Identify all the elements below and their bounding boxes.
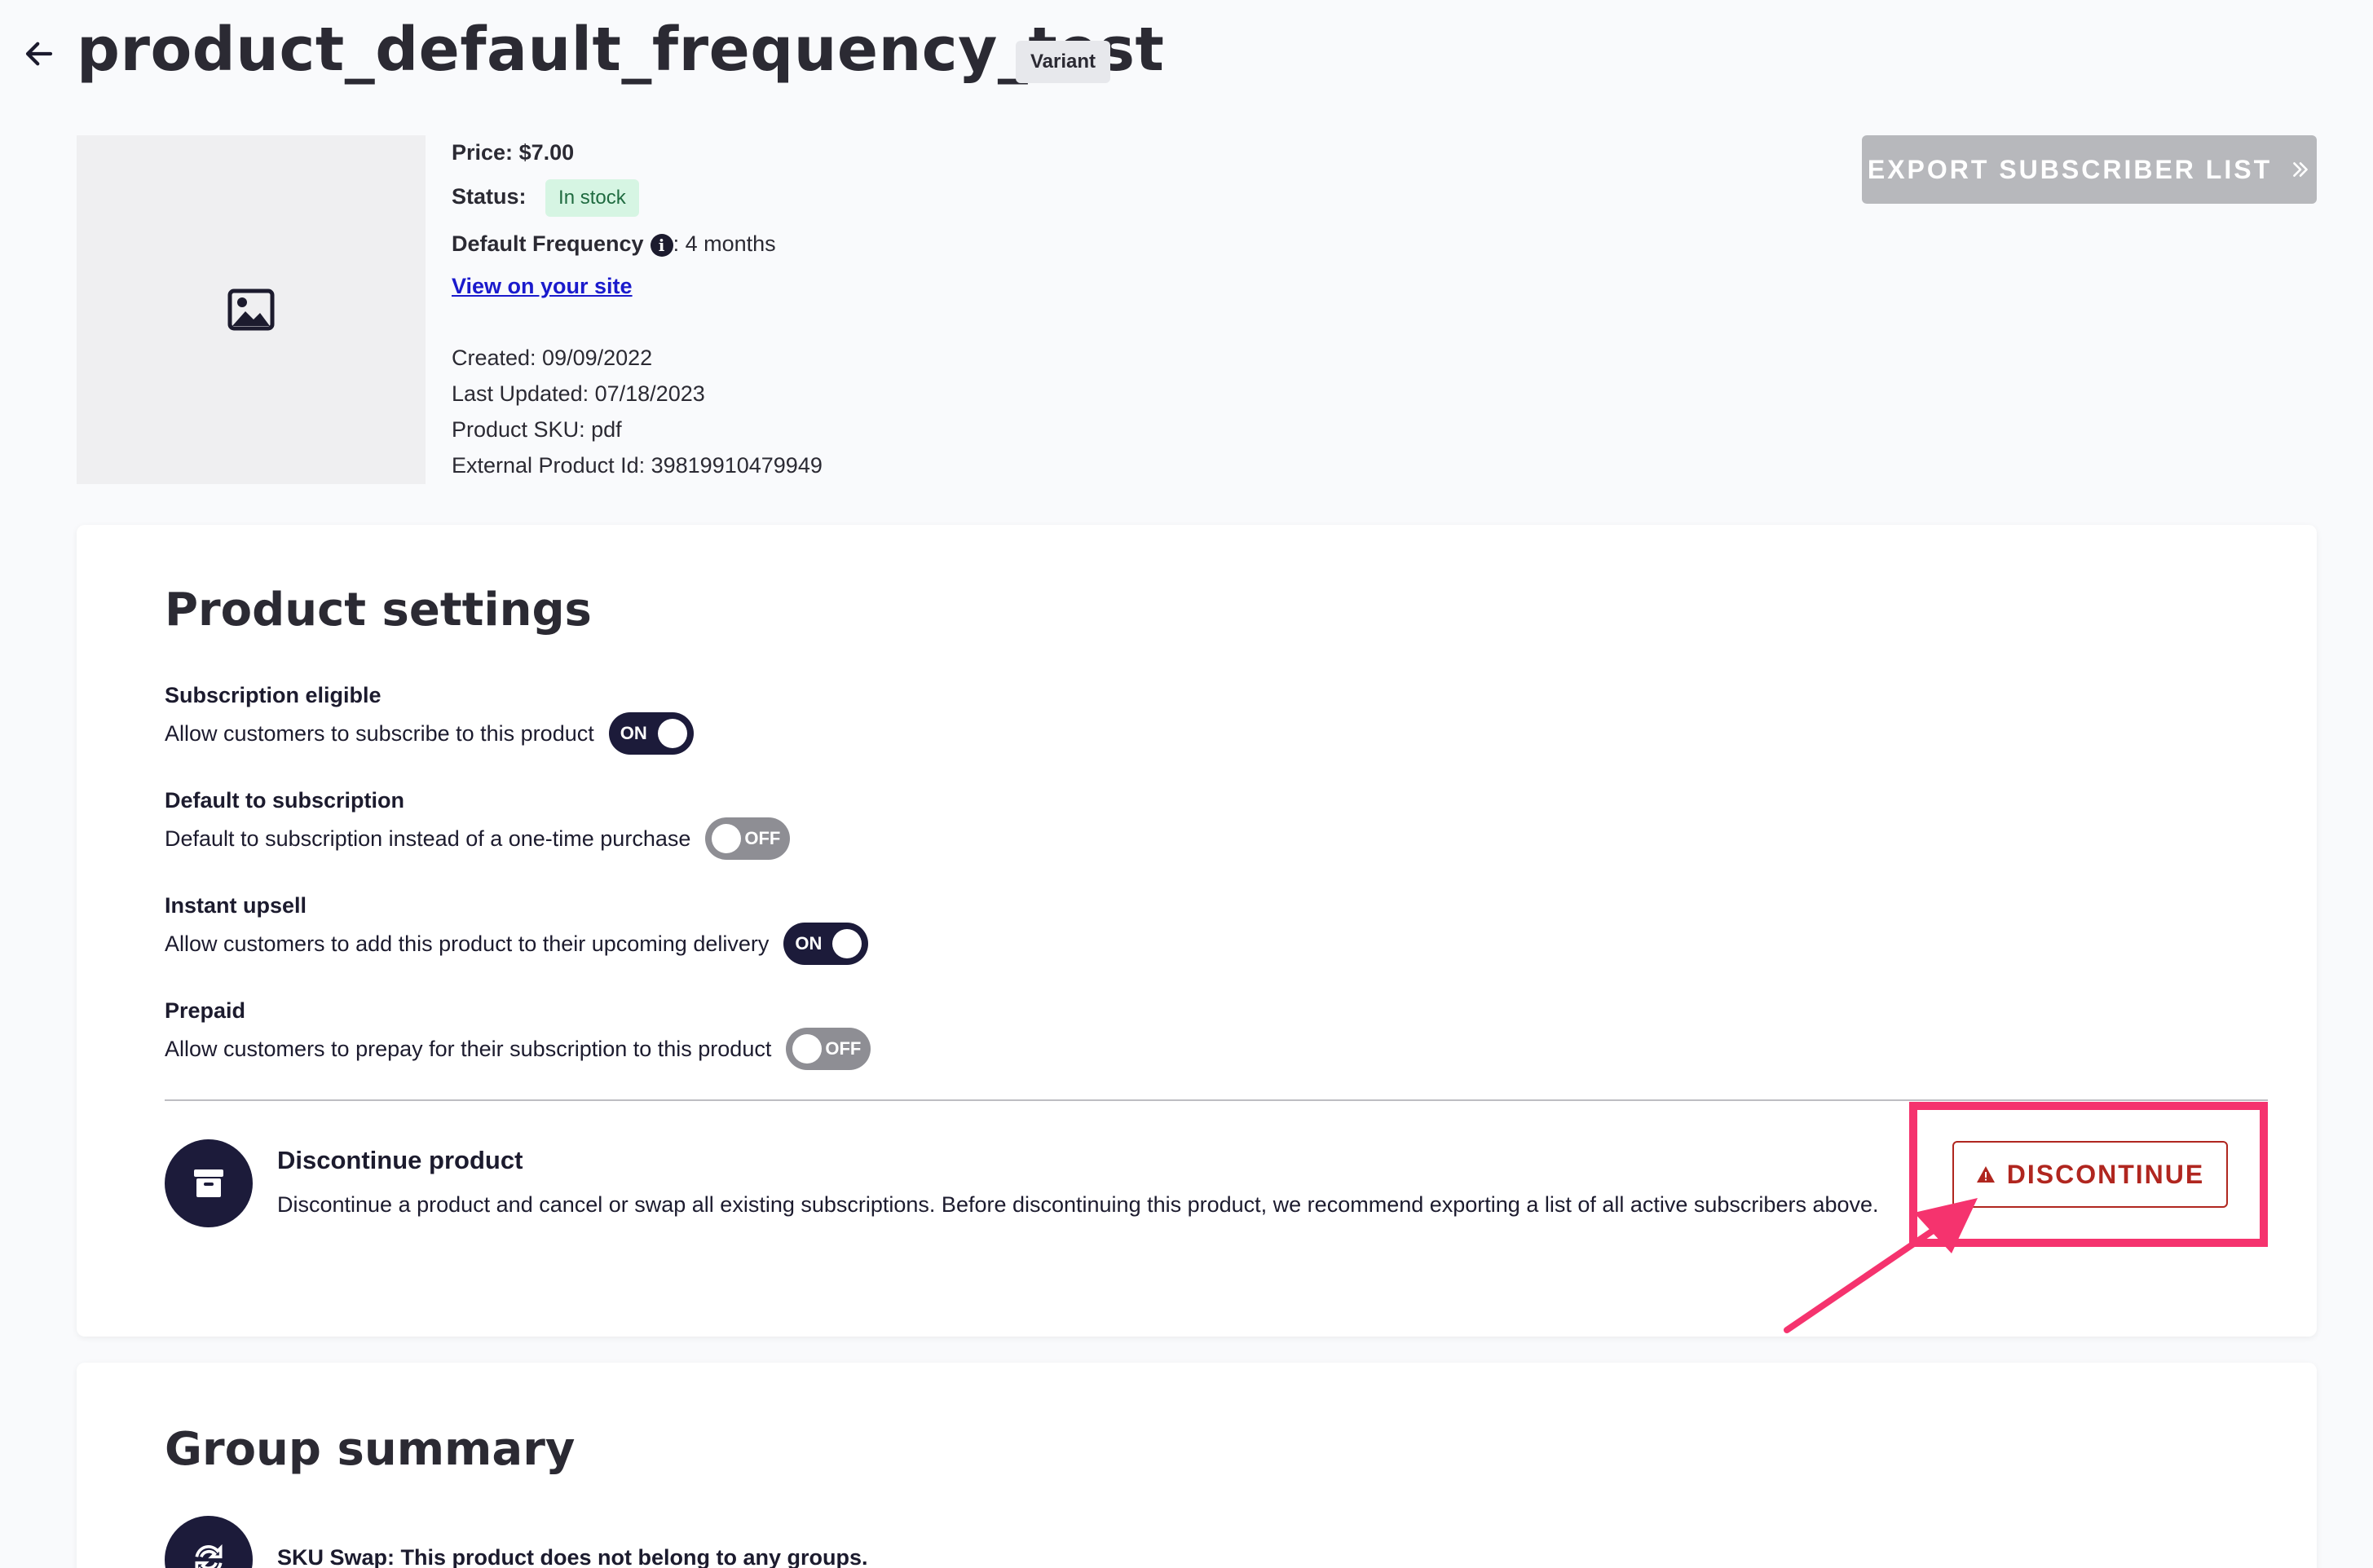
setting-title-instant-upsell: Instant upsell [165, 893, 307, 918]
discontinue-title: Discontinue product [277, 1146, 523, 1174]
setting-row-instant-upsell: Allow customers to add this product to t… [165, 923, 869, 965]
archive-box-icon-circle [165, 1139, 253, 1227]
toggle-state: ON [620, 723, 647, 743]
page-title: product_default_frequency_test [77, 15, 1165, 85]
status-badge: In stock [545, 179, 639, 217]
setting-row-default-to-subscription: Default to subscription instead of a one… [165, 817, 791, 860]
setting-title-default-to-subscription: Default to subscription [165, 788, 405, 813]
setting-desc: Allow customers to subscribe to this pro… [165, 720, 594, 746]
view-on-site-link[interactable]: View on your site [452, 274, 633, 298]
group-summary-text: SKU Swap: This product does not belong t… [277, 1545, 868, 1568]
group-summary-title: Group summary [165, 1423, 576, 1476]
product-image [77, 135, 426, 484]
frequency-value: : 4 months [673, 231, 776, 256]
toggle-state: ON [795, 933, 823, 954]
price-value: $7.00 [518, 140, 575, 165]
instant-upsell-toggle[interactable]: ON [783, 923, 869, 965]
subscription-eligible-toggle[interactable]: ON [608, 712, 694, 755]
image-placeholder-icon [227, 288, 275, 331]
arrow-left-icon [25, 42, 53, 66]
setting-title-prepaid: Prepaid [165, 998, 246, 1023]
external-product-id: External Product Id: 39819910479949 [452, 453, 823, 478]
setting-desc: Allow customers to prepay for their subs… [165, 1036, 772, 1061]
setting-row-prepaid: Allow customers to prepay for their subs… [165, 1028, 871, 1070]
setting-desc: Default to subscription instead of a one… [165, 826, 691, 851]
settings-divider [165, 1099, 2268, 1101]
info-icon[interactable]: i [650, 233, 673, 257]
toggle-state: OFF [825, 1038, 862, 1059]
export-subscriber-list-button[interactable]: EXPORT SUBSCRIBER LIST [1862, 135, 2317, 204]
archive-box-icon [194, 1169, 223, 1197]
frequency-label: Default Frequency [452, 231, 644, 256]
setting-desc: Allow customers to add this product to t… [165, 931, 770, 956]
prepaid-toggle[interactable]: OFF [786, 1028, 871, 1070]
toggle-state: OFF [744, 828, 781, 848]
status-line: Status: In stock [452, 179, 639, 217]
export-button-label: EXPORT SUBSCRIBER LIST [1867, 154, 2273, 184]
frequency-line: Default Frequency i: 4 months [452, 231, 776, 257]
annotation-arrow [1784, 1198, 1978, 1333]
price-label: Price: [452, 140, 514, 165]
product-sku: Product SKU: pdf [452, 417, 622, 442]
swap-arrows-icon [195, 1544, 223, 1568]
status-label: Status: [452, 184, 527, 209]
discontinue-description: Discontinue a product and cancel or swap… [277, 1192, 1879, 1217]
variant-badge: Variant [1016, 41, 1111, 83]
setting-row-subscription-eligible: Allow customers to subscribe to this pro… [165, 712, 694, 755]
default-to-subscription-toggle[interactable]: OFF [705, 817, 791, 860]
back-button[interactable] [16, 31, 62, 77]
price-line: Price: $7.00 [452, 140, 574, 165]
double-chevron-right-icon [2293, 162, 2309, 177]
setting-title-subscription-eligible: Subscription eligible [165, 683, 382, 707]
last-updated-date: Last Updated: 07/18/2023 [452, 381, 705, 406]
created-date: Created: 09/09/2022 [452, 346, 653, 370]
product-settings-title: Product settings [165, 584, 592, 636]
